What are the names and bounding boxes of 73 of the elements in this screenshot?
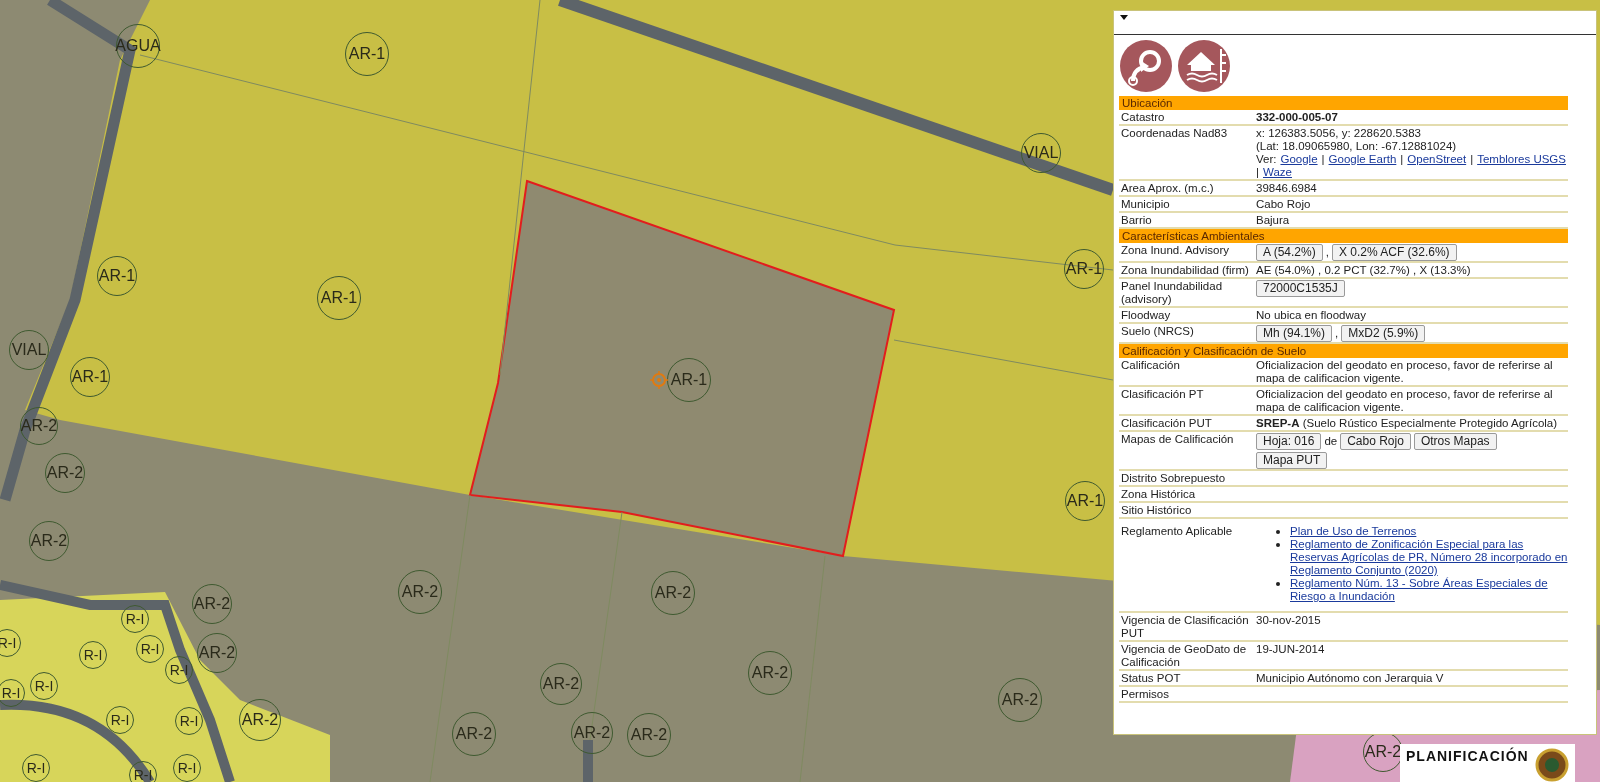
info-button[interactable]: MxD2 (5.9%) xyxy=(1341,325,1426,342)
field-label: Coordenadas Nad83 xyxy=(1120,127,1229,140)
map-link[interactable]: Temblores USGS xyxy=(1477,153,1566,166)
field-value: Oficializacion del geodato en proceso, favor de referirse al mapa de calificacion vigente. xyxy=(1256,388,1554,414)
field-value: Cabo Rojo xyxy=(1256,198,1312,211)
field-value: Bajura xyxy=(1256,214,1291,227)
info-button[interactable]: Mh (94.1%) xyxy=(1256,325,1333,342)
field-label: Suelo (NRCS) xyxy=(1120,325,1195,338)
bullet-icon xyxy=(1276,543,1280,547)
field-value: Oficializacion del geodato en proceso, favor de referirse al mapa de calificacion vigente. xyxy=(1256,359,1554,385)
link-separator: | xyxy=(1470,153,1474,166)
map-link[interactable]: OpenStreet xyxy=(1407,153,1467,166)
field-label: Reglamento Aplicable xyxy=(1120,525,1234,538)
field-value: 39846.6984 xyxy=(1256,182,1318,195)
field-value: 30-nov-2015 xyxy=(1256,614,1322,627)
map-link[interactable]: Google xyxy=(1280,153,1318,166)
info-button[interactable]: 72000C1535J xyxy=(1256,280,1345,297)
field-label: Status POT xyxy=(1120,672,1182,685)
joiner-text: de xyxy=(1324,435,1338,448)
field-value: AE (54.0%) , 0.2 PCT (32.7%) , X (13.3%) xyxy=(1256,264,1472,277)
link-separator: | xyxy=(1256,166,1259,179)
info-button[interactable]: Cabo Rojo xyxy=(1340,433,1411,450)
bullet-icon xyxy=(1276,582,1280,586)
field-label: Panel Inundabilidad (advisory) xyxy=(1120,280,1224,306)
info-button[interactable]: X 0.2% ACF (32.6%) xyxy=(1331,244,1457,261)
logo-text: PLANIFICACIÓN xyxy=(1406,748,1529,764)
field-value: 19-JUN-2014 xyxy=(1256,643,1326,656)
field-label: Area Aprox. (m.c.) xyxy=(1120,182,1215,195)
flood-house-icon[interactable] xyxy=(1177,39,1231,93)
field-label: Clasificación PUT xyxy=(1120,417,1213,430)
caret-icon[interactable] xyxy=(1120,15,1128,20)
target-icon xyxy=(650,371,668,389)
map-link[interactable]: Waze xyxy=(1263,166,1292,179)
field-label: Zona Inundabilidad (firm) xyxy=(1120,264,1250,277)
regulation-link[interactable]: Reglamento de Zonificación Especial para las Reservas Agrícolas de PR, Número 28 incorporado en Reglamento Conjunto (2020) xyxy=(1290,538,1568,577)
field-value: No ubica en floodway xyxy=(1256,309,1367,322)
field-label: Mapas de Calificación xyxy=(1120,433,1235,446)
field-label: Municipio xyxy=(1120,198,1171,211)
regulation-link[interactable]: Reglamento Núm. 13 - Sobre Áreas Especiales de Riesgo a Inundación xyxy=(1290,577,1568,603)
field-value: Municipio Autónomo con Jerarquia V xyxy=(1256,672,1445,685)
section-header: Ubicación xyxy=(1119,96,1568,110)
field-label: Barrio xyxy=(1120,214,1153,227)
info-button[interactable]: Hoja: 016 xyxy=(1256,433,1322,450)
field-label: Permisos xyxy=(1120,688,1170,701)
link-separator: | xyxy=(1400,153,1404,166)
regulation-link[interactable]: Plan de Uso de Terrenos xyxy=(1290,525,1417,538)
field-label: Zona Inund. Advisory xyxy=(1120,244,1231,257)
info-button[interactable]: Mapa PUT xyxy=(1256,452,1328,469)
field-label: Floodway xyxy=(1120,309,1172,322)
field-label: Sitio Histórico xyxy=(1120,504,1193,517)
section-header: Calificación y Clasificación de Suelo xyxy=(1119,344,1568,358)
cadastre-number: 332-000-005-07 xyxy=(1256,111,1339,124)
view-label: Ver: xyxy=(1256,153,1277,166)
section-header: Características Ambientales xyxy=(1119,229,1568,243)
field-label: Vigencia de Clasificación PUT xyxy=(1120,614,1250,640)
field-value: SREP-A (Suelo Rústico Especialmente Protegido Agrícola) xyxy=(1256,417,1559,430)
info-button[interactable]: Otros Mapas xyxy=(1413,433,1497,450)
link-separator: | xyxy=(1321,153,1325,166)
info-button[interactable]: A (54.2%) xyxy=(1256,244,1323,261)
seal-icon xyxy=(1534,748,1569,782)
field-label: Distrito Sobrepuesto xyxy=(1120,472,1227,485)
field-label: Vigencia de GeoDato de Calificación xyxy=(1120,643,1248,669)
coordinate-text: x: 126383.5056, y: 228620.5383 xyxy=(1256,127,1422,140)
joiner-text: , xyxy=(1335,327,1339,340)
map-link[interactable]: Google Earth xyxy=(1328,153,1397,166)
joiner-text: , xyxy=(1325,246,1329,259)
road xyxy=(583,740,593,782)
field-label: Zona Histórica xyxy=(1120,488,1197,501)
bullet-icon xyxy=(1276,530,1280,534)
coordinate-text: (Lat: 18.09065980, Lon: -67.12881024) xyxy=(1256,140,1458,153)
field-label: Catastro xyxy=(1120,111,1166,124)
field-label: Clasificación PT xyxy=(1120,388,1205,401)
field-label: Calificación xyxy=(1120,359,1181,372)
